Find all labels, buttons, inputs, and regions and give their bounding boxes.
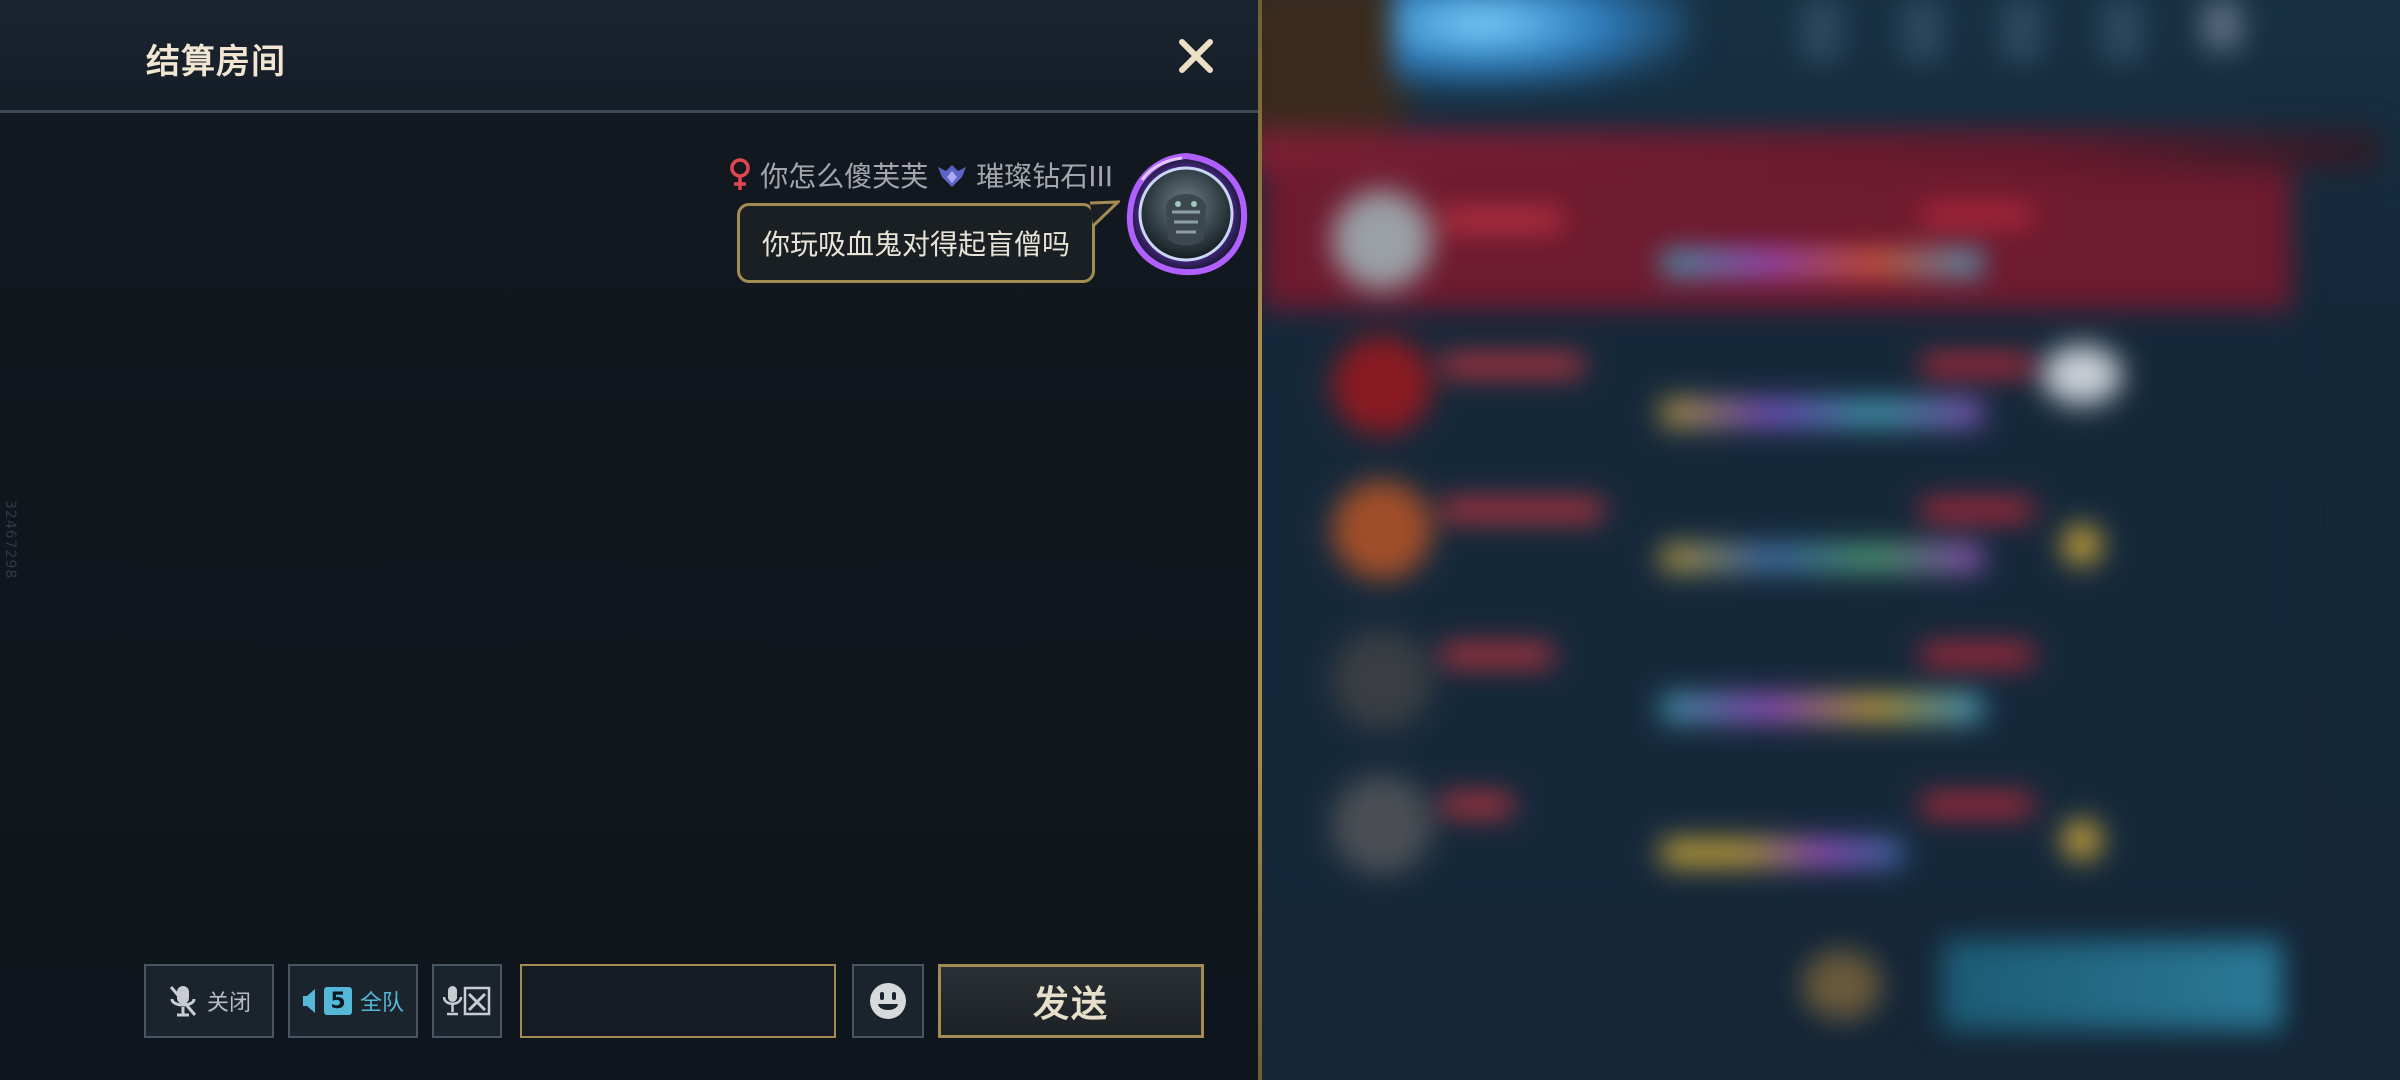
close-button[interactable] [1170, 30, 1222, 82]
player-avatar[interactable] [1122, 150, 1250, 278]
team-count-badge: 5 [323, 987, 352, 1015]
team-voice-button[interactable]: 5 全队 [288, 964, 418, 1038]
close-icon [1179, 39, 1213, 73]
team-voice-label: 全队 [359, 991, 404, 1016]
emoji-icon [870, 983, 906, 1019]
game-client-window: 结算房间 32467298 你怎么傻芙芙 璀璨钻石III 你玩吸血鬼对得起盲僧吗… [0, 0, 2400, 1080]
send-button[interactable]: 发送 [938, 964, 1204, 1038]
chat-input[interactable] [520, 964, 836, 1038]
message-meta: 你怎么傻芙芙 璀璨钻石III [728, 155, 1113, 195]
blurred-scoreboard-background [1262, 0, 2400, 1080]
diamond-rank-icon [936, 161, 968, 189]
chat-header: 结算房间 [0, 0, 1258, 113]
voice-to-text-icon [443, 986, 491, 1016]
voice-to-text-button[interactable] [432, 964, 502, 1038]
message-bubble: 你玩吸血鬼对得起盲僧吗 [737, 203, 1095, 283]
sender-rank: 璀璨钻石III [976, 160, 1113, 193]
side-id-text: 32467298 [2, 500, 18, 580]
mic-toggle-button[interactable]: 关闭 [144, 964, 274, 1038]
chat-title: 结算房间 [146, 42, 286, 82]
emoji-button[interactable] [852, 964, 924, 1038]
speaker-icon [302, 989, 315, 1013]
bubble-tail [1090, 200, 1120, 228]
sender-name[interactable]: 你怎么傻芙芙 [760, 155, 928, 195]
settlement-room-chat-panel: 结算房间 32467298 你怎么傻芙芙 璀璨钻石III 你玩吸血鬼对得起盲僧吗… [0, 0, 1258, 1080]
microphone-off-icon [169, 986, 197, 1017]
mic-toggle-label: 关闭 [206, 991, 251, 1016]
send-button-label: 发送 [1032, 984, 1109, 1025]
female-symbol-icon [728, 158, 752, 192]
message-text: 你玩吸血鬼对得起盲僧吗 [761, 228, 1070, 261]
blurred-content [1262, 0, 2400, 1080]
